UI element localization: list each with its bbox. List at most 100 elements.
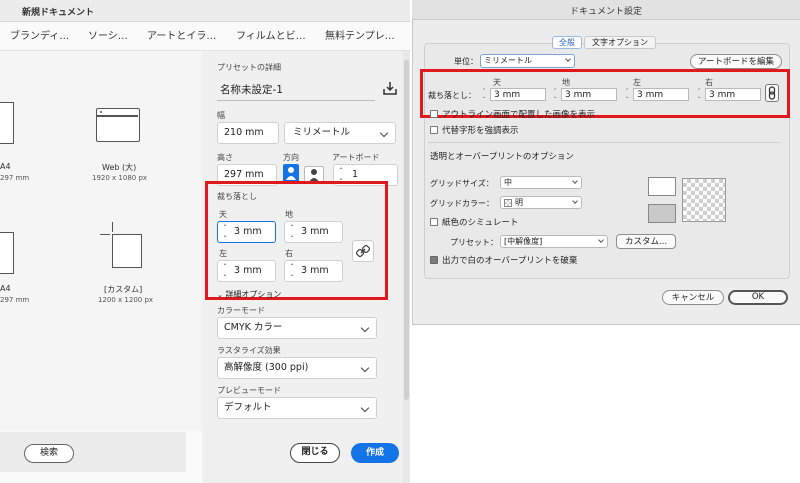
stepper-arrows-icon[interactable]: ⌃ ⌄ [482,88,486,100]
bleed-right-value: 3 mm [301,265,329,276]
unit-select[interactable]: ミリメートル [284,122,396,144]
dialog-col-bottom: 地 [562,78,570,87]
preset-size: 1920 x 1080 px [92,174,148,182]
search-button[interactable]: 検索 [24,444,74,463]
document-icon [0,232,14,274]
stepper-arrows-icon[interactable]: ⌃ ⌄ [697,88,701,100]
raster-effects-label: ラスタライズ効果 [217,346,281,355]
window-title: 新規ドキュメント [22,8,95,18]
dialog-bleed-right-input[interactable]: 3 mm [705,88,761,101]
unit-select-value: ミリメートル [293,127,351,138]
color-mode-select[interactable]: CMYK カラー [217,317,377,339]
checker-swatch-icon [504,199,512,207]
ok-button[interactable]: OK [728,290,788,305]
grid-size-select[interactable]: 中 [500,176,582,189]
raster-effects-select[interactable]: 高解像度 (300 ppi) [217,357,377,379]
preset-web-large[interactable] [96,108,140,142]
highlight-substitute-glyphs-checkbox[interactable] [430,126,438,134]
dialog-col-left: 左 [633,78,641,87]
color-mode-value: CMYK カラー [224,322,283,333]
chevron-down-icon [360,323,370,333]
document-name-input[interactable]: 名称未設定-1 [220,82,283,97]
preview-mode-label: プレビューモード [217,386,281,395]
bleed-left-value: 3 mm [234,265,262,276]
grid-color-label: グリッドカラー： [430,199,494,208]
tab-film-video[interactable]: フィルムとビ… [236,27,306,42]
create-button[interactable]: 作成 [351,443,399,463]
bleed-right-input[interactable]: ⌃ ⌄ 3 mm [284,260,343,282]
bleed-top-label: 天 [219,210,227,219]
preset-label: A4 [0,162,11,171]
dialog-bleed-bottom-input[interactable]: 3 mm [561,88,617,101]
link-bleed-button[interactable] [352,240,374,262]
stepper-arrows-icon[interactable]: ⌃ ⌄ [220,263,230,281]
details-scrollbar-thumb[interactable] [404,60,409,400]
bleed-top-input[interactable]: ⌃ ⌄ 3 mm [217,221,276,243]
stepper-arrows-icon[interactable]: ⌃ ⌄ [220,224,230,242]
tab-branding[interactable]: ブランディ… [10,27,69,42]
grid-color-value: 明 [515,198,523,207]
preview-mode-value: デフォルト [224,402,272,413]
outline-images-checkbox[interactable] [430,110,438,118]
preset-label: [カスタム] [104,285,143,294]
discard-white-overprint-checkbox[interactable] [430,256,438,264]
tab-social[interactable]: ソーシ… [88,27,128,42]
preset-size: 1200 x 1200 px [98,296,154,304]
stepper-arrows-icon[interactable]: ⌃ ⌄ [287,263,297,281]
transparency-section-title: 透明とオーバープリントのオプション [430,152,574,162]
chevron-down-icon [598,237,604,243]
white-swatch[interactable] [648,177,676,196]
stepper-arrows-icon[interactable]: ⌃ ⌄ [625,88,629,100]
preset-a4[interactable] [0,102,22,152]
close-button[interactable]: 閉じる [290,443,340,463]
preset-a4-2[interactable] [0,232,22,282]
bleed-bottom-value: 3 mm [301,226,329,237]
dialog-col-top: 天 [493,78,501,87]
document-icon [0,102,14,144]
unit-label: 単位： [454,57,478,66]
width-label: 幅 [217,111,225,120]
stepper-arrows-icon[interactable]: ⌃ ⌄ [553,88,557,100]
gray-swatch[interactable] [648,204,676,223]
edit-artboard-button[interactable]: アートボードを編集 [690,54,782,69]
save-preset-icon[interactable] [382,80,398,96]
divider [428,142,780,143]
simulate-paper-checkbox[interactable] [430,218,438,226]
advanced-options-toggle[interactable]: ⌄ 詳細オプション [217,289,281,300]
chain-link-icon [768,86,776,100]
grid-color-select[interactable]: 明 [500,196,582,209]
tab-free-templates[interactable]: 無料テンプレ… [325,27,395,42]
tab-type-options[interactable]: 文字オプション [584,36,656,49]
custom-button[interactable]: カスタム... [616,234,676,249]
bleed-left-input[interactable]: ⌃ ⌄ 3 mm [217,260,276,282]
tab-art-illustration[interactable]: アートとイラ… [147,27,216,42]
dialog-col-right: 右 [705,78,713,87]
dialog-bleed-label: 裁ち落とし： [428,91,476,100]
dialog-title: ドキュメント設定 [569,7,642,17]
new-document-titlebar: 新規ドキュメント [0,0,410,22]
preview-mode-select[interactable]: デフォルト [217,397,377,419]
orientation-label: 方向 [283,153,299,162]
custom-document-icon [112,234,142,268]
simulate-paper-label: 紙色のシミュレート [442,218,519,228]
tab-general[interactable]: 全般 [552,36,582,49]
width-input[interactable]: 210 mm [217,122,279,144]
bleed-bottom-input[interactable]: ⌃ ⌄ 3 mm [284,221,343,243]
stepper-arrows-icon[interactable]: ⌃ ⌄ [287,224,297,242]
dialog-bleed-top-input[interactable]: 3 mm [490,88,546,101]
artboard-label: アートボード [332,153,380,162]
dialog-unit-value: ミリメートル [484,56,532,65]
discard-white-overprint-label: 出力で白のオーバープリントを破棄 [442,256,578,266]
grid-size-value: 中 [504,178,512,187]
details-title: プリセットの詳細 [217,63,281,72]
dialog-bleed-left-input[interactable]: 3 mm [633,88,689,101]
preset-custom[interactable] [100,222,146,272]
preset-size: 297 mm [0,296,30,304]
preset-label: Web (大) [102,163,137,172]
name-underline [217,100,375,101]
dialog-unit-select[interactable]: ミリメートル [480,54,575,68]
chevron-down-icon [360,403,370,413]
preset-select[interactable]: [中解像度] [500,235,608,248]
dialog-link-bleed-button[interactable] [765,84,779,102]
cancel-button[interactable]: キャンセル [662,290,724,305]
